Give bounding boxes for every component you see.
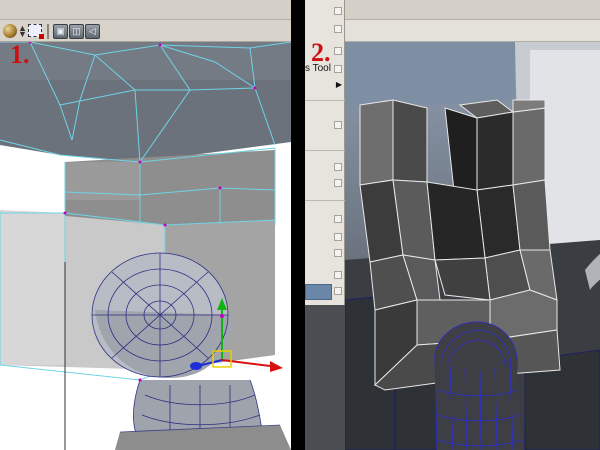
updown-arrows-icon[interactable]: ▲ ▼ [18,24,27,41]
step-label-1: 1. [10,40,30,69]
menu-item[interactable] [305,284,345,300]
option-box[interactable] [334,121,342,129]
option-box[interactable] [334,233,342,241]
panel-divider [291,0,305,450]
menu-item[interactable] [305,4,345,20]
menu-separator [305,150,345,151]
viewport-3d-1[interactable] [0,42,291,450]
toolbar-divider [47,24,49,39]
viewport-panel-1: ▲ ▼ ▣ ◫ ◁ 1. [0,0,291,450]
option-box[interactable] [334,65,342,73]
option-box[interactable] [334,163,342,171]
option-box[interactable] [334,25,342,33]
menu-item[interactable] [305,268,345,284]
panel1-title-strip [0,0,291,20]
option-box[interactable] [334,179,342,187]
menu-separator [305,200,345,201]
menu-item[interactable] [305,246,345,262]
lasso-select-icon[interactable] [28,24,44,39]
menu-item[interactable] [305,118,345,134]
menu-item[interactable] [305,176,345,192]
menu-item-submenu[interactable]: ▶ [305,78,345,94]
scene-1 [0,42,291,450]
isolate-view-icon[interactable]: ◫ [69,24,84,39]
option-box[interactable] [334,287,342,295]
option-box[interactable] [334,215,342,223]
option-box[interactable] [334,47,342,55]
pipe-mesh [434,321,524,450]
shaded-sphere-icon[interactable] [3,24,17,38]
option-box[interactable] [334,271,342,279]
render-view-icon[interactable]: ◁ [85,24,100,39]
panel2-title-strip [345,0,600,20]
option-box[interactable] [334,249,342,257]
viewport-panel-2: s Tool ▶ 2. [305,0,600,450]
menu-item[interactable] [305,230,345,246]
panel1-toolbar: ▲ ▼ ▣ ◫ ◁ [0,20,291,42]
viewport-3d-2[interactable] [345,42,600,450]
menu-item[interactable] [305,160,345,176]
menu-item[interactable] [305,22,345,38]
menu-item[interactable] [305,212,345,228]
cube-view-icon[interactable]: ▣ [53,24,68,39]
menu-separator [305,100,345,101]
panel2-toolbar [345,20,600,42]
scene-2 [345,42,600,450]
option-box[interactable] [334,7,342,15]
step-label-2: 2. [311,38,331,67]
submenu-arrow-icon: ▶ [335,80,342,89]
